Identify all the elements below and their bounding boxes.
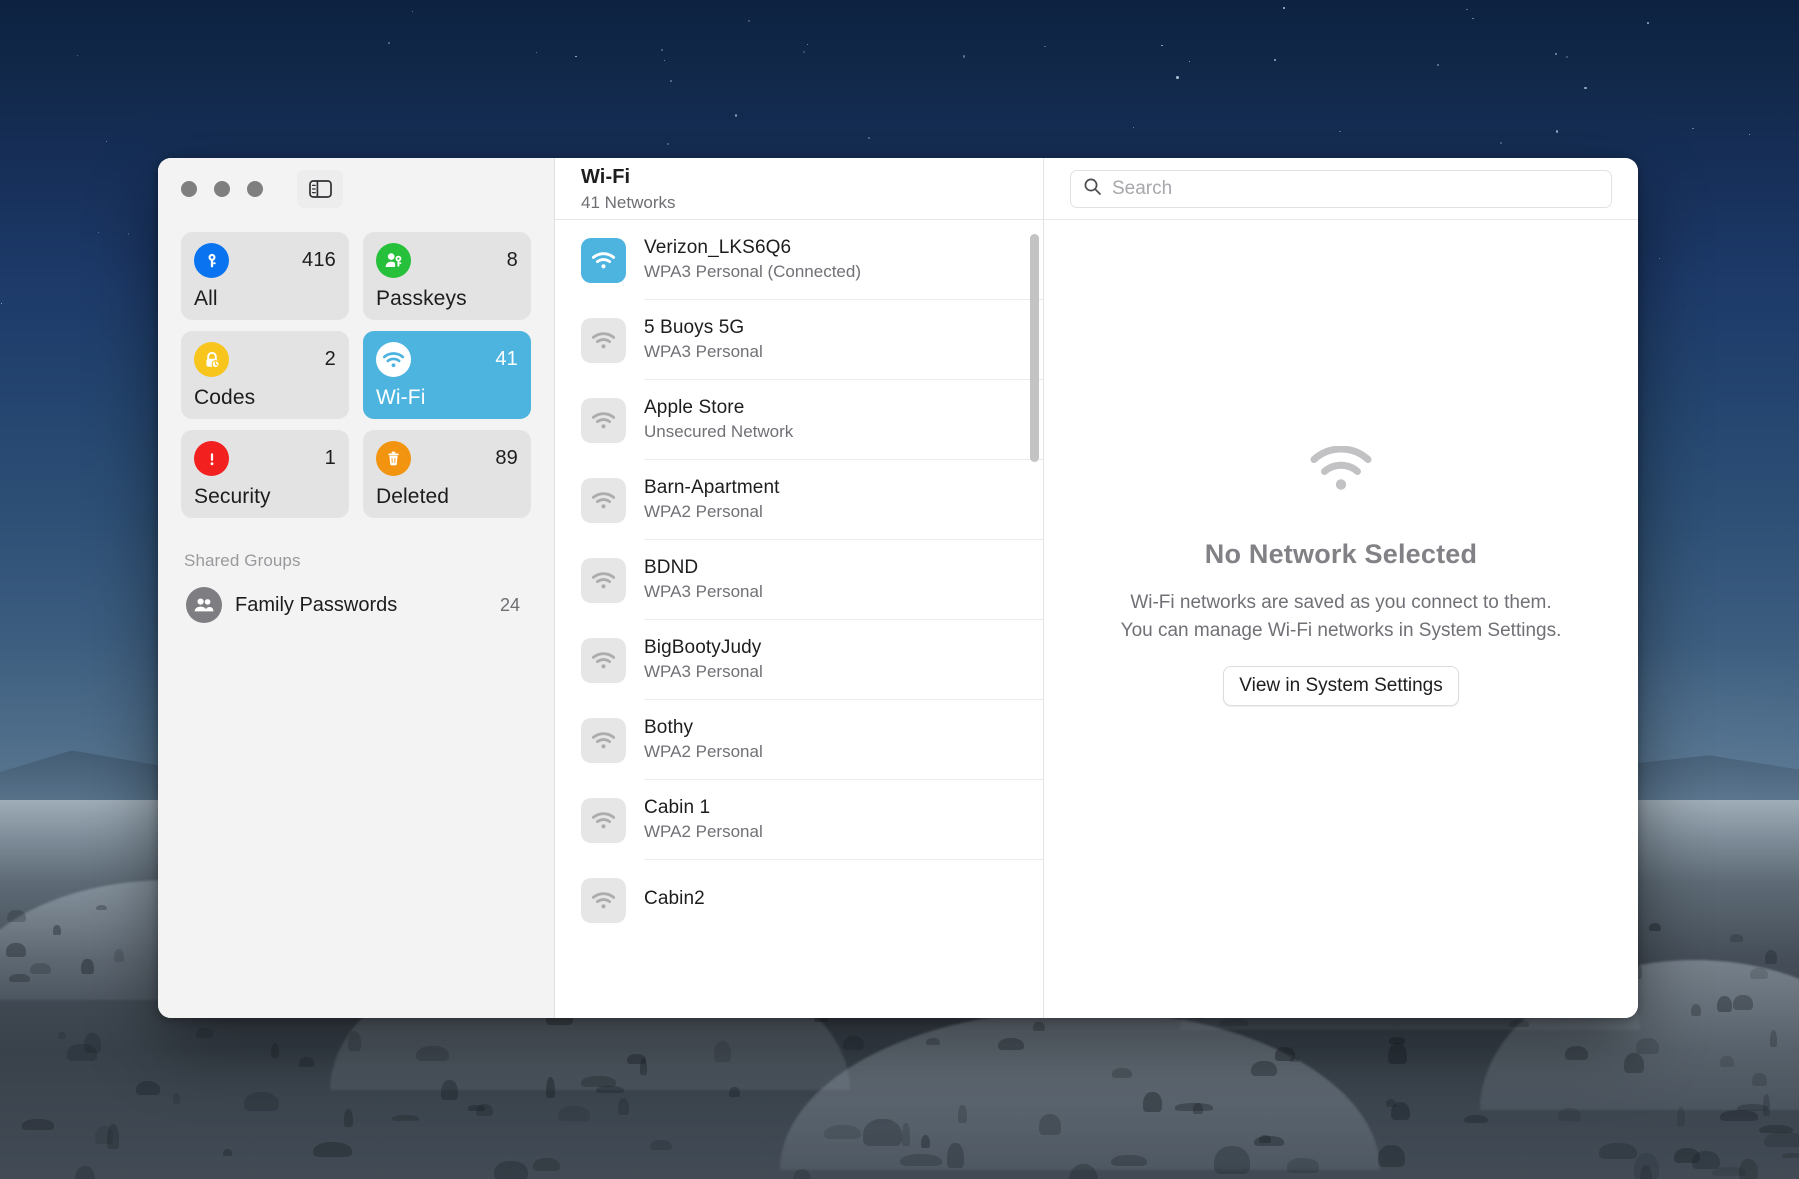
- sidebar-card-count: 89: [495, 447, 518, 469]
- sidebar-card-count: 41: [495, 348, 518, 370]
- page-title: Wi-Fi: [581, 166, 631, 188]
- search-input[interactable]: [1112, 177, 1599, 200]
- list-item[interactable]: Cabin2: [555, 860, 1043, 940]
- network-security: WPA3 Personal: [644, 342, 763, 361]
- key-icon: [194, 243, 229, 278]
- sidebar-toggle-icon: [308, 180, 332, 198]
- close-button[interactable]: [181, 181, 197, 197]
- detail-header: [1044, 158, 1638, 220]
- sidebar-card-passkeys[interactable]: 8 Passkeys: [363, 232, 531, 320]
- sidebar-card-label: Security: [194, 485, 271, 508]
- wifi-icon: [581, 637, 626, 683]
- sidebar-card-label: All: [194, 287, 218, 310]
- sidebar-card-all[interactable]: 416 All: [181, 232, 349, 320]
- network-name: Barn-Apartment: [644, 477, 780, 498]
- sidebar: 416 All 8 Passkeys 2 Codes 41 Wi-Fi 1 Se…: [158, 158, 555, 1018]
- sidebar-card-count: 8: [506, 249, 518, 271]
- empty-state-line2: You can manage Wi-Fi networks in System …: [1120, 619, 1562, 641]
- network-name: Cabin2: [644, 887, 705, 909]
- list-item[interactable]: Bothy WPA2 Personal: [555, 700, 1043, 780]
- shared-groups-header: Shared Groups: [184, 551, 301, 570]
- list-item[interactable]: Apple Store Unsecured Network: [555, 380, 1043, 460]
- maximize-button[interactable]: [247, 181, 263, 197]
- wifi-icon: [581, 237, 626, 283]
- desktop-wallpaper: 416 All 8 Passkeys 2 Codes 41 Wi-Fi 1 Se…: [0, 0, 1799, 1179]
- network-list-column: Wi-Fi 41 Networks Verizon_LKS6Q6 WPA3 Pe…: [555, 158, 1044, 1018]
- network-name: Cabin 1: [644, 797, 711, 818]
- network-name: BDND: [644, 557, 699, 578]
- list-item[interactable]: Barn-Apartment WPA2 Personal: [555, 460, 1043, 540]
- wifi-icon: [581, 477, 626, 523]
- network-name: 5 Buoys 5G: [644, 317, 745, 338]
- sidebar-card-label: Wi-Fi: [376, 386, 426, 409]
- network-name: Bothy: [644, 717, 694, 738]
- list-item[interactable]: Verizon_LKS6Q6 WPA3 Personal (Connected): [555, 220, 1043, 300]
- list-header: Wi-Fi 41 Networks: [555, 158, 1043, 220]
- sidebar-item-family-passwords[interactable]: Family Passwords 24: [177, 582, 535, 628]
- traffic-lights: [181, 181, 263, 197]
- group-name: Family Passwords: [235, 593, 398, 616]
- passwords-app-window: 416 All 8 Passkeys 2 Codes 41 Wi-Fi 1 Se…: [158, 158, 1638, 1018]
- list-item[interactable]: 5 Buoys 5G WPA3 Personal: [555, 300, 1043, 380]
- list-item[interactable]: BDND WPA3 Personal: [555, 540, 1043, 620]
- search-icon: [1083, 177, 1102, 201]
- sidebar-card-count: 416: [302, 249, 336, 271]
- empty-state: No Network Selected Wi-Fi networks are s…: [1044, 220, 1638, 1018]
- passkey-icon: [376, 243, 411, 278]
- network-security: WPA3 Personal: [644, 662, 763, 681]
- empty-state-title: No Network Selected: [1204, 538, 1478, 569]
- wifi-icon: [581, 557, 626, 603]
- search-field[interactable]: [1070, 169, 1612, 208]
- sidebar-card-security[interactable]: 1 Security: [181, 430, 349, 518]
- network-security: WPA3 Personal: [644, 582, 763, 601]
- sidebar-card-deleted[interactable]: 89 Deleted: [363, 430, 531, 518]
- detail-column: No Network Selected Wi-Fi networks are s…: [1044, 158, 1638, 1018]
- wifi-icon: [581, 797, 626, 843]
- wifi-icon: [581, 317, 626, 363]
- network-name: Verizon_LKS6Q6: [644, 237, 792, 258]
- wifi-icon: [376, 342, 411, 377]
- list-item[interactable]: Cabin 1 WPA2 Personal: [555, 780, 1043, 860]
- lock-clock-icon: [194, 342, 229, 377]
- list-item[interactable]: BigBootyJudy WPA3 Personal: [555, 620, 1043, 700]
- group-count: 24: [499, 594, 520, 615]
- list-scrollbar[interactable]: [1030, 234, 1039, 462]
- page-subtitle: 41 Networks: [581, 193, 676, 212]
- network-name: Apple Store: [644, 397, 745, 418]
- sidebar-card-count: 2: [324, 348, 336, 370]
- warning-icon: [194, 441, 229, 476]
- people-icon: [186, 587, 222, 623]
- trash-icon: [376, 441, 411, 476]
- wifi-icon: [581, 877, 626, 923]
- empty-state-description: Wi-Fi networks are saved as you connect …: [1121, 589, 1562, 645]
- sidebar-card-label: Codes: [194, 386, 256, 409]
- wifi-icon: [581, 397, 626, 443]
- sidebar-card-label: Deleted: [376, 485, 450, 508]
- sidebar-card-label: Passkeys: [376, 287, 467, 310]
- network-security: WPA2 Personal: [644, 822, 763, 841]
- wifi-large-icon: [1310, 445, 1372, 497]
- empty-state-line1: Wi-Fi networks are saved as you connect …: [1130, 591, 1552, 613]
- network-list-scroll-area[interactable]: Verizon_LKS6Q6 WPA3 Personal (Connected)…: [555, 220, 1043, 1018]
- network-security: WPA3 Personal (Connected): [644, 262, 862, 281]
- network-security: WPA2 Personal: [644, 502, 763, 521]
- wifi-icon: [581, 717, 626, 763]
- network-security: WPA2 Personal: [644, 742, 763, 761]
- view-in-system-settings-button[interactable]: View in System Settings: [1223, 666, 1459, 707]
- minimize-button[interactable]: [214, 181, 230, 197]
- sidebar-toggle-button[interactable]: [297, 170, 343, 208]
- sidebar-card-count: 1: [324, 447, 336, 469]
- window-titlebar: [158, 158, 554, 220]
- sidebar-card-codes[interactable]: 2 Codes: [181, 331, 349, 419]
- sidebar-card-wifi[interactable]: 41 Wi-Fi: [363, 331, 531, 419]
- category-cards: 416 All 8 Passkeys 2 Codes 41 Wi-Fi 1 Se…: [158, 220, 554, 518]
- network-security: Unsecured Network: [644, 422, 794, 441]
- network-name: BigBootyJudy: [644, 637, 762, 658]
